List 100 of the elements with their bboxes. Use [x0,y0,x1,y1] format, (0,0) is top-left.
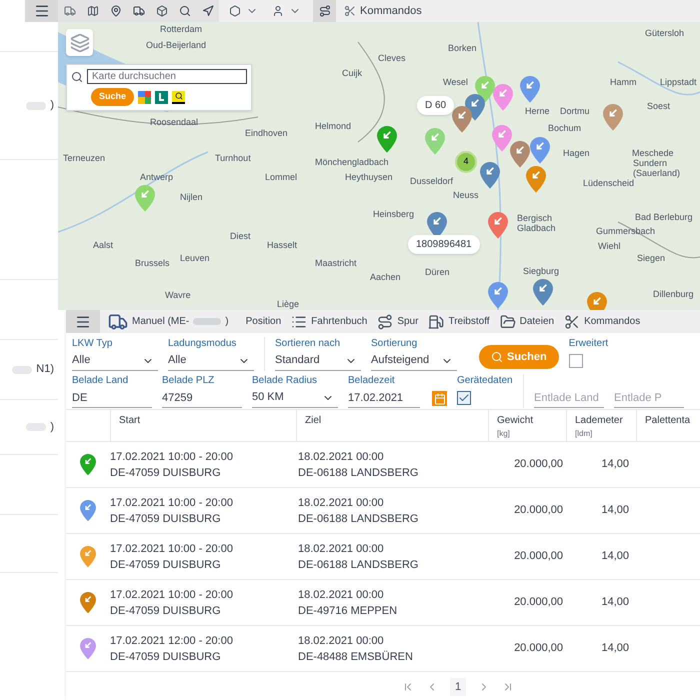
map-place-label: Borken [448,43,477,53]
map-place-label: Cuijk [342,68,362,78]
commands-button[interactable]: Kommandos [344,2,422,20]
column-header[interactable]: Ziel [296,410,488,442]
map-place-label: Bergisch Gladbach [517,213,557,233]
table-cell: 17.02.2021 12:00 - 20:00 DE-47059 DUISBURG [110,626,296,672]
dropdown[interactable]: Alle [168,351,254,371]
table-cell: 20.000,00 [488,442,566,488]
map-place-label: Cleves [378,53,406,63]
vehicle-label[interactable]: D 60 [417,96,454,115]
panel-tab[interactable]: Position [246,310,282,333]
search-icon [71,70,83,82]
map-place-label: Dusseldorf [410,176,454,186]
map-place-label: Lippstadt [660,77,697,87]
table-cell: 18.02.2021 00:00 DE-06188 LANDSBERG [296,534,488,580]
map-search-field[interactable]: Karte durchsuchen [87,69,247,84]
panel-tab[interactable]: Treibstoff [428,310,490,333]
route-icon[interactable] [313,0,336,22]
map-place-label: Aalst [93,240,114,250]
map-place-label: Herne [525,106,550,116]
map-place-label: Oud-Beijerland [146,40,206,50]
layers-button[interactable] [66,29,93,56]
map-place-label: Sundern (Sauerland) [633,158,682,178]
blurred-text [26,423,46,431]
dropdown[interactable]: Alle [72,351,158,371]
table-cell: 18.02.2021 00:00 DE-06188 LANDSBERG [296,442,488,488]
table-cell: 20.000,00 [488,488,566,534]
calendar-icon[interactable] [432,391,447,406]
map-place-label: Gütersloh [645,28,684,38]
scissors-icon [344,5,356,17]
sidebar-item-text: ) [50,420,54,435]
field-label: Beladezeit [348,374,396,388]
map-place-label: Leuven [180,253,210,263]
field-label: LKW Typ [72,337,114,351]
panel-tab[interactable]: Spur [377,310,418,333]
map-place-label: Dortmu [560,106,590,116]
menu-icon[interactable] [66,310,100,333]
map-place-label: Düren [425,267,450,277]
panel-tab[interactable]: Manuel (ME- ) [108,310,229,333]
map-place-label: Eindhoven [245,128,288,138]
field-label: Belade PLZ [162,374,216,388]
input-field[interactable]: Entlade Land [534,388,604,408]
map-place-label: Maastricht [315,258,357,268]
table-cell: 17.02.2021 10:00 - 20:00 DE-47059 DUISBURG [110,442,296,488]
table-cell: 18.02.2021 00:00 DE-48488 EMSBÜREN [296,626,488,672]
truck-icon [108,312,128,332]
dropdown[interactable]: Standard [275,351,361,371]
search-icon [491,351,503,363]
field-label: Belade Land [72,374,130,388]
column-header[interactable]: Palettenta [636,410,700,442]
table-cell: 14,00 [566,580,636,626]
map-place-label: Brussels [135,258,170,268]
input-field[interactable]: 47259 [162,388,242,408]
map-place-label: Roosendaal [150,117,198,127]
column-header[interactable]: Lademeter [ldm] [566,410,636,442]
table-cell: 20.000,00 [488,580,566,626]
checkbox[interactable] [457,391,471,405]
table-cell: 20.000,00 [488,534,566,580]
map-place-label: Helmond [315,121,352,131]
map-place-label: Neuss [453,190,479,200]
list-icon [291,314,308,330]
panel-tab[interactable]: Kommandos [564,310,640,333]
checkbox[interactable] [568,354,583,368]
dropdown[interactable]: Aufsteigend [371,351,457,371]
dropdown[interactable]: 50 KM [252,388,338,408]
panel-tab[interactable]: Fahrtenbuch [291,310,368,333]
input-field[interactable]: Entlade P [614,388,684,408]
map-place-label: Lüdenscheid [583,178,634,188]
map-place-label: Siegburg [523,266,560,276]
map-place-label: Hamm [610,77,636,87]
field-label: Sortieren nach [275,337,342,351]
panel-tab[interactable]: Dateien [500,310,554,333]
map-place-label: Wesel [443,77,468,87]
map-place-label: Heythuysen [345,172,393,182]
blurred-text [26,102,46,110]
column-header[interactable]: Start [110,410,296,442]
map-place-label: Lommel [265,172,298,182]
vehicle-label[interactable]: 1809896481 [408,235,480,254]
page-number[interactable]: 1 [450,678,466,696]
table-cell: 18.02.2021 00:00 DE-06188 LANDSBERG [296,488,488,534]
map-provider-icon[interactable] [172,90,186,104]
field-label: Erweitert [568,337,608,351]
input-field[interactable]: DE [72,388,152,408]
fuel-icon [428,314,444,330]
map-place-label: Heinsberg [373,209,414,219]
column-header[interactable]: Gewicht [kg] [488,410,566,442]
date-field[interactable]: 17.02.2021 [348,388,420,408]
map-place-label: Nijlen [180,192,203,202]
route-icon [377,314,394,330]
table-cell: 14,00 [566,626,636,672]
map-place-label: Liège [277,299,300,309]
map-place-label: Rotterdam [160,24,202,34]
menu-icon[interactable] [25,0,58,22]
table-cell: 14,00 [566,442,636,488]
map-place-label: Hagen [563,148,590,158]
map-place-label: Aachen [370,272,401,282]
blurred-text [12,366,32,374]
map-place-label: Gummersbach [596,226,656,236]
map-place-label: Mönchengladbach [315,157,389,167]
table-cell: 20.000,00 [488,626,566,672]
